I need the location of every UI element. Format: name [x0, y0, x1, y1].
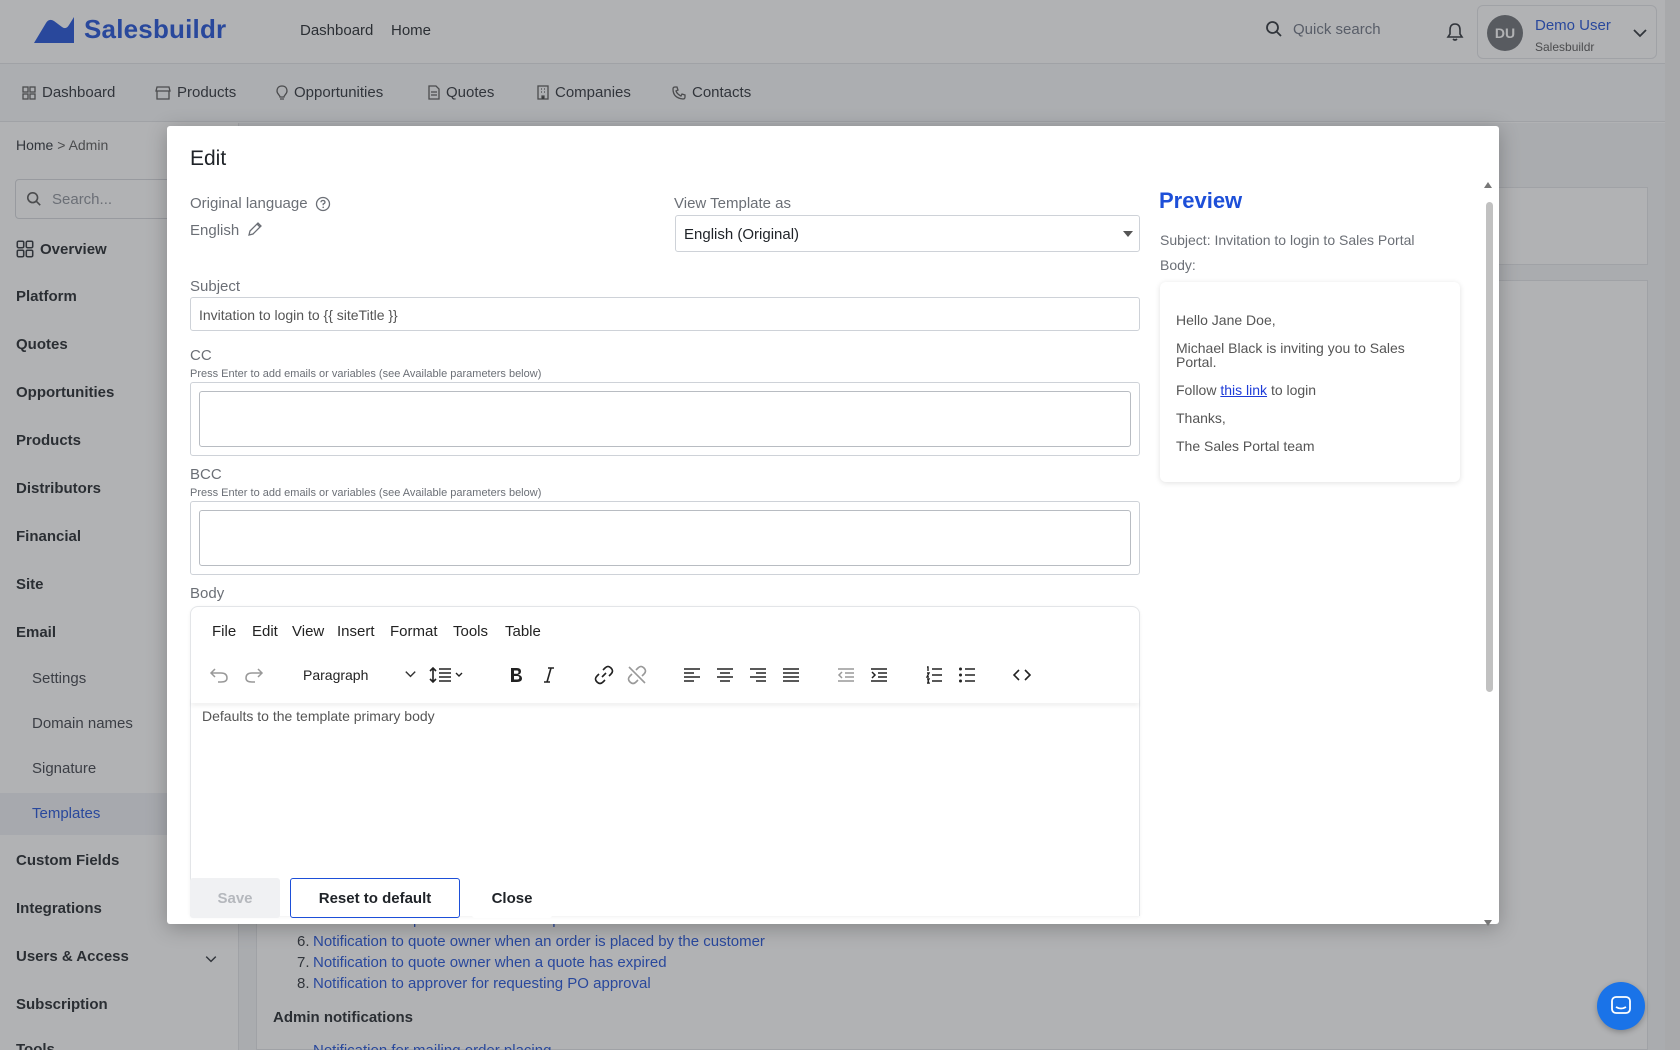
undo-icon — [209, 668, 228, 683]
indent-button[interactable] — [865, 661, 893, 689]
scroll-down-icon[interactable] — [1484, 920, 1492, 926]
chevron-down-icon — [405, 671, 416, 678]
bold-button[interactable] — [502, 661, 530, 689]
cc-hint: Press Enter to add emails or variables (… — [190, 368, 542, 380]
editor-menu-tools[interactable]: Tools — [453, 623, 488, 640]
preview-follow-suffix: to login — [1270, 382, 1317, 398]
chat-launcher-button[interactable] — [1597, 982, 1645, 1030]
line-height-icon — [429, 666, 463, 684]
subject-input[interactable]: Invitation to login to {{ siteTitle }} — [190, 297, 1140, 331]
body-label: Body — [190, 585, 225, 602]
editor-menu-edit[interactable]: Edit — [252, 623, 278, 640]
undo-button[interactable] — [205, 661, 233, 689]
source-code-button[interactable] — [1008, 661, 1036, 689]
preview-body-label: Body: — [1160, 257, 1196, 273]
italic-icon — [544, 667, 554, 683]
align-center-icon — [717, 668, 733, 682]
unlink-icon — [627, 665, 647, 685]
align-justify-icon — [783, 668, 799, 682]
numbered-list-button[interactable] — [920, 661, 948, 689]
align-center-button[interactable] — [711, 661, 739, 689]
editor-menu-insert[interactable]: Insert — [337, 623, 375, 640]
redo-icon — [245, 668, 264, 683]
editor-menu-file[interactable]: File — [212, 623, 236, 640]
reset-to-default-button[interactable]: Reset to default — [290, 878, 460, 918]
preview-signoff: The Sales Portal team — [1176, 438, 1315, 454]
original-language-value: English — [190, 222, 240, 239]
save-button[interactable]: Save — [190, 878, 280, 918]
cc-input[interactable] — [199, 391, 1131, 447]
bcc-input[interactable] — [199, 510, 1131, 566]
preview-greeting: Hello Jane Doe, — [1176, 312, 1276, 328]
edit-template-modal: Edit Original language English View Temp… — [167, 126, 1499, 926]
modal-scrollbar-thumb[interactable] — [1486, 202, 1493, 692]
link-icon — [594, 665, 614, 685]
editor-toolbar-divider — [191, 697, 1139, 703]
outdent-icon — [837, 668, 854, 682]
align-right-button[interactable] — [744, 661, 772, 689]
view-template-selected: English (Original) — [684, 226, 800, 243]
indent-icon — [871, 668, 887, 682]
editor-content[interactable]: Defaults to the template primary body — [202, 708, 435, 724]
preview-follow-line: Follow this link to login — [1176, 382, 1316, 398]
align-right-icon — [750, 668, 766, 682]
italic-button[interactable] — [535, 661, 563, 689]
view-template-select[interactable]: English (Original) — [675, 215, 1140, 252]
modal-title: Edit — [190, 147, 227, 170]
align-left-icon — [684, 668, 700, 682]
preview-login-link[interactable]: this link — [1220, 382, 1267, 398]
bcc-label: BCC — [190, 466, 222, 483]
editor-menu-format[interactable]: Format — [390, 623, 438, 640]
help-circle-icon[interactable] — [315, 196, 331, 212]
align-left-button[interactable] — [678, 661, 706, 689]
numbered-list-icon — [925, 666, 942, 684]
preview-subject: Subject: Invitation to login to Sales Po… — [1160, 232, 1415, 248]
bullet-list-button[interactable] — [953, 661, 981, 689]
view-template-label: View Template as — [674, 195, 792, 212]
block-format-value: Paragraph — [303, 667, 369, 683]
redo-button[interactable] — [240, 661, 268, 689]
rich-text-editor: File Edit View Insert Format Tools Table… — [190, 606, 1140, 916]
preview-thanks: Thanks, — [1176, 410, 1226, 426]
remove-link-button[interactable] — [623, 661, 651, 689]
preview-follow-prefix: Follow — [1176, 382, 1217, 398]
bcc-field-wrapper — [190, 501, 1140, 575]
preview-invite-line: Portal. — [1176, 354, 1217, 370]
chat-icon — [1611, 996, 1631, 1014]
preview-email-card: Hello Jane Doe, Michael Black is invitin… — [1160, 282, 1460, 482]
preview-title: Preview — [1159, 188, 1243, 213]
line-height-button[interactable] — [427, 661, 467, 689]
scroll-up-icon[interactable] — [1484, 182, 1492, 188]
original-language-label: Original language — [190, 195, 308, 212]
code-icon — [1013, 669, 1031, 681]
outdent-button[interactable] — [832, 661, 860, 689]
subject-value: Invitation to login to {{ siteTitle }} — [199, 307, 398, 323]
align-justify-button[interactable] — [777, 661, 805, 689]
pencil-icon[interactable] — [247, 221, 263, 237]
subject-label: Subject — [190, 278, 241, 295]
cc-label: CC — [190, 347, 212, 364]
cc-field-wrapper — [190, 382, 1140, 456]
editor-menu-table[interactable]: Table — [505, 623, 541, 640]
insert-link-button[interactable] — [590, 661, 618, 689]
close-button[interactable]: Close — [472, 878, 552, 918]
bold-icon — [511, 668, 522, 682]
bcc-hint: Press Enter to add emails or variables (… — [190, 487, 542, 499]
editor-menu-view[interactable]: View — [292, 623, 324, 640]
block-format-select[interactable]: Paragraph — [295, 660, 423, 690]
bullet-list-icon — [959, 667, 975, 683]
caret-down-icon — [1123, 231, 1133, 237]
